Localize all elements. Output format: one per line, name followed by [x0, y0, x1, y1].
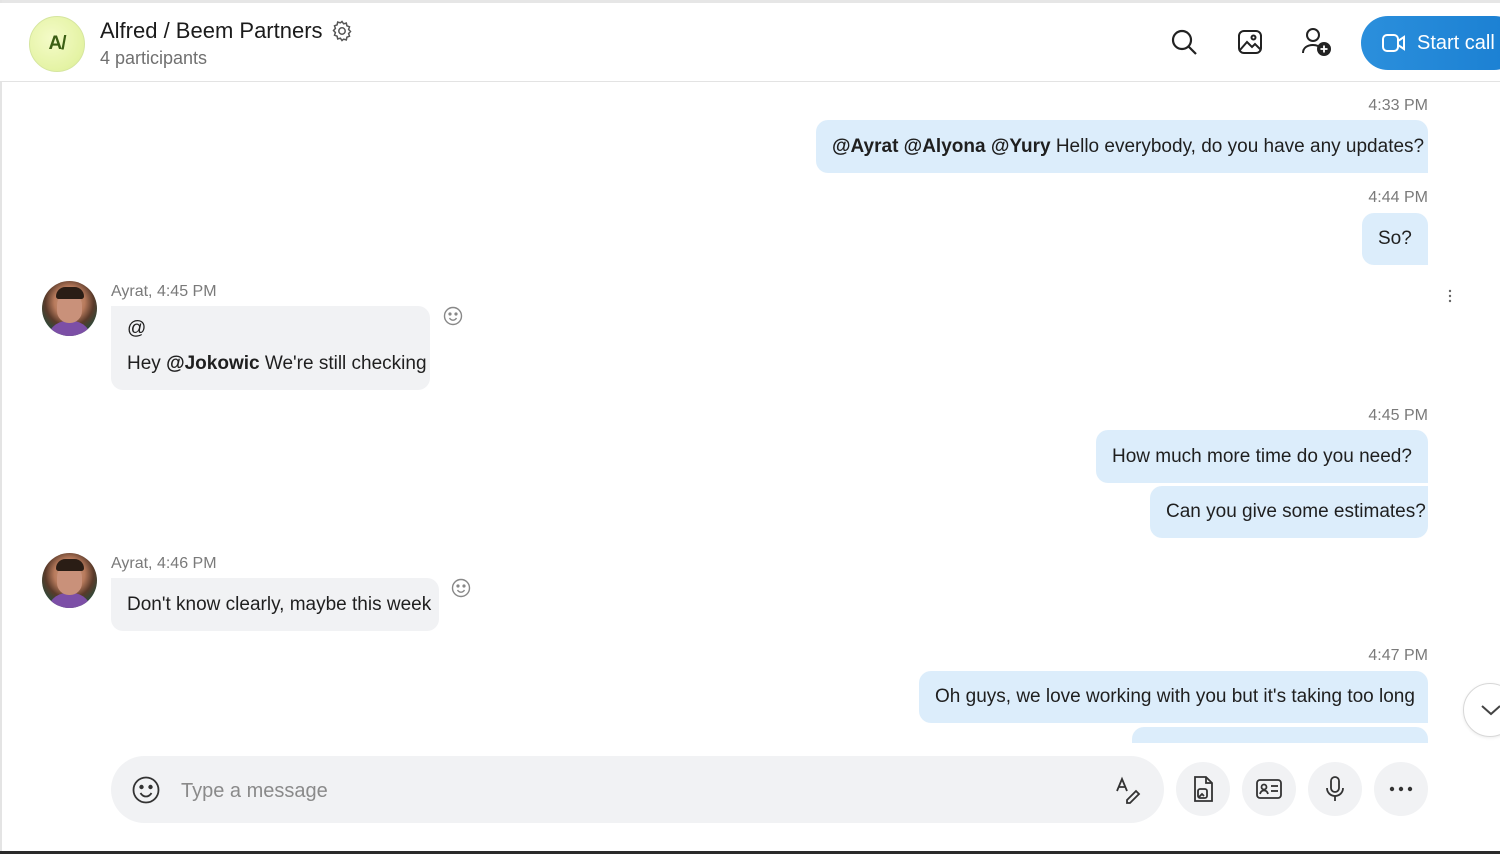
send-contact-button[interactable] [1242, 762, 1296, 816]
message-mention[interactable]: @Jokowic [166, 353, 260, 374]
emoji-icon[interactable] [131, 775, 161, 805]
outgoing-message[interactable]: How much more time do you need? [1096, 430, 1428, 483]
more-vertical-icon[interactable] [1446, 289, 1454, 303]
video-camera-icon [1382, 34, 1405, 52]
more-options-button[interactable] [1374, 762, 1428, 816]
message-text: Don't know clearly, maybe this week [127, 593, 432, 615]
incoming-message[interactable]: @ Hey @Jokowic We're still checking [111, 306, 430, 390]
message-text: How much more time do you need? [1112, 445, 1412, 467]
message-text: Hello everybody, do you have any updates… [1050, 135, 1425, 157]
message-timestamp: 4:47 PM [1368, 647, 1428, 664]
avatar[interactable] [42, 553, 97, 608]
message-line: @ [127, 318, 147, 339]
contact-card-icon [1256, 779, 1282, 799]
start-call-button[interactable]: Start call [1361, 16, 1500, 70]
chat-title[interactable]: Alfred / Beem Partners [100, 18, 323, 44]
outgoing-message-partial [1132, 727, 1428, 743]
avatar[interactable] [42, 281, 97, 336]
gallery-icon [1238, 30, 1262, 54]
search-button[interactable] [1167, 25, 1201, 59]
send-file-button[interactable] [1176, 762, 1230, 816]
message-input[interactable] [179, 770, 1083, 812]
window-left-border [0, 0, 2, 854]
message-timestamp: 4:44 PM [1368, 189, 1428, 206]
title-row: Alfred / Beem Partners [100, 18, 354, 44]
message-text: Hey [127, 353, 167, 374]
sender-name: Ayrat, 4:46 PM [111, 555, 217, 572]
message-mentions[interactable]: @Ayrat @Alyona @Yury [832, 136, 1051, 157]
file-icon [1194, 776, 1213, 802]
message-composer [111, 756, 1164, 823]
add-person-icon [1302, 28, 1331, 56]
chat-header: A/ Alfred / Beem Partners 4 participants [0, 3, 1500, 82]
participants-count[interactable]: 4 participants [100, 48, 207, 69]
message-text: So? [1378, 228, 1412, 249]
outgoing-message[interactable]: @Ayrat @Alyona @Yury Hello everybody, do… [816, 120, 1428, 173]
chevron-down-icon [1481, 705, 1500, 716]
voice-message-button[interactable] [1308, 762, 1362, 816]
more-options-icon [1389, 786, 1413, 792]
scroll-to-bottom-button[interactable] [1463, 683, 1500, 737]
microphone-icon [1326, 776, 1344, 801]
outgoing-message[interactable]: So? [1362, 213, 1428, 265]
gear-icon[interactable] [330, 19, 354, 43]
add-reaction-icon[interactable] [450, 577, 472, 599]
message-text: Oh guys, we love working with you but it… [935, 686, 1415, 707]
gallery-button[interactable] [1233, 25, 1267, 59]
sender-name: Ayrat, 4:45 PM [111, 283, 217, 300]
incoming-message[interactable]: Don't know clearly, maybe this week [111, 578, 439, 631]
format-text-icon[interactable] [1114, 776, 1142, 804]
message-text: We're still checking [259, 353, 427, 374]
add-participant-button[interactable] [1299, 25, 1333, 59]
outgoing-message[interactable]: Can you give some estimates? [1150, 486, 1428, 538]
message-timestamp: 4:45 PM [1368, 407, 1428, 424]
message-text: Can you give some estimates? [1166, 501, 1426, 522]
group-avatar[interactable]: A/ [29, 16, 85, 72]
message-timestamp: 4:33 PM [1368, 97, 1428, 114]
start-call-label: Start call [1417, 31, 1495, 54]
search-icon [1171, 29, 1197, 55]
outgoing-message[interactable]: Oh guys, we love working with you but it… [919, 671, 1428, 723]
add-reaction-icon[interactable] [442, 305, 464, 327]
